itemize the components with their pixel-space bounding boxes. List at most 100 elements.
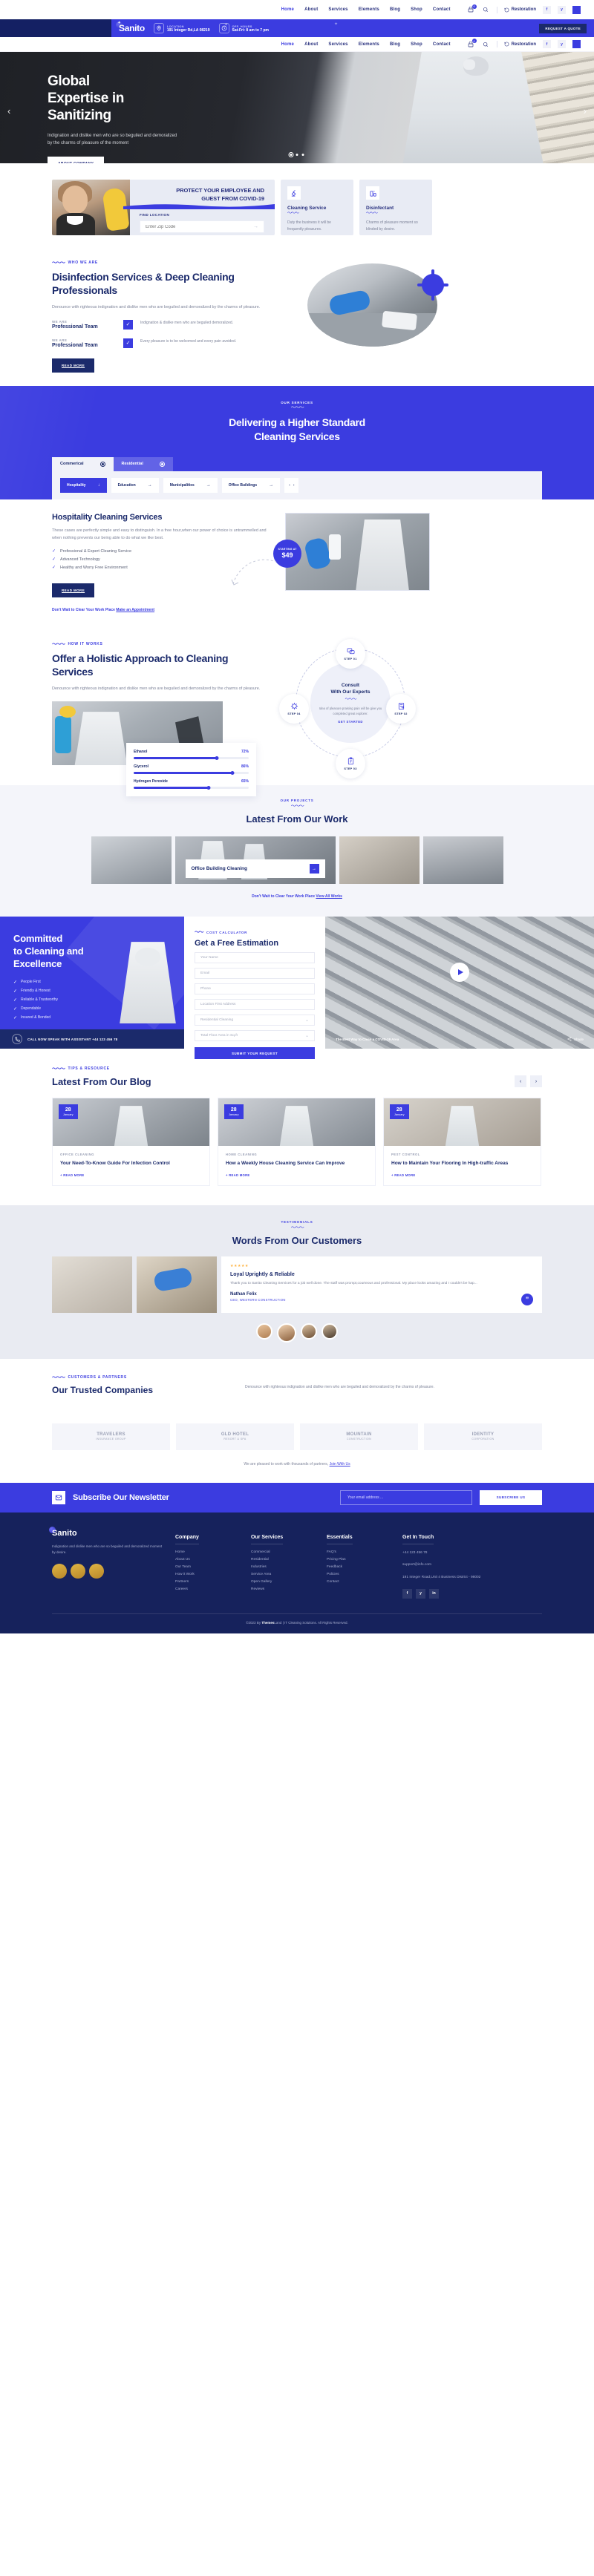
- facebook-icon-secondary[interactable]: f: [543, 40, 551, 48]
- category-prev-arrow[interactable]: ‹: [289, 483, 290, 488]
- facebook-icon[interactable]: f: [543, 5, 551, 14]
- hero-dot-3[interactable]: [301, 154, 304, 156]
- avatar-1[interactable]: [256, 1323, 272, 1340]
- submit-request-button[interactable]: SUBMIT YOUR REQUEST: [195, 1047, 315, 1060]
- process-step-04[interactable]: STEP 04: [279, 694, 309, 724]
- footer-link-services-6[interactable]: Reviews: [251, 1587, 315, 1591]
- tab-residential[interactable]: Residential: [113, 456, 173, 471]
- footer-link-essentials-1[interactable]: FAQ's: [327, 1550, 391, 1554]
- process-step-01[interactable]: STEP 01: [336, 639, 365, 669]
- video-share-button[interactable]: Shade: [567, 1037, 584, 1041]
- footer-link-services-5[interactable]: Open Gallery: [251, 1580, 315, 1584]
- project-featured[interactable]: Office Building Cleaning →: [174, 836, 336, 885]
- projects-note-link[interactable]: View All Works: [316, 894, 342, 899]
- hero-prev-arrow[interactable]: ‹: [7, 105, 10, 117]
- who-readmore-button[interactable]: READ MORE: [52, 358, 95, 373]
- topnav-item-shop[interactable]: Shop: [411, 7, 422, 12]
- footer-link-services-4[interactable]: Service Area: [251, 1573, 315, 1576]
- hero-dot-1[interactable]: [288, 152, 294, 157]
- hero-next-arrow[interactable]: ›: [584, 105, 587, 117]
- bar-knob-hydrogen[interactable]: [206, 786, 211, 790]
- avatar-3[interactable]: [301, 1323, 317, 1340]
- field-your-name[interactable]: Your Name: [195, 952, 315, 964]
- bar-knob-glycerol[interactable]: [230, 771, 235, 776]
- footer-link-essentials-4[interactable]: Policies: [327, 1573, 391, 1576]
- field-service-select[interactable]: Residential Cleaning ⌄: [195, 1015, 315, 1026]
- play-button-icon[interactable]: [450, 962, 469, 982]
- promo-card-disinfectant[interactable]: Disinfectant 〜〜〜 Charms of pleasure mome…: [359, 180, 432, 235]
- newsletter-subscribe-button[interactable]: SUBSCRIBE US: [480, 1489, 542, 1505]
- topnav-item-home[interactable]: Home: [281, 7, 294, 12]
- dribbble-icon-secondary[interactable]: [572, 40, 581, 48]
- footer-link-essentials-3[interactable]: Feedback: [327, 1565, 391, 1569]
- blog-readmore-3[interactable]: + READ MORE: [391, 1173, 533, 1177]
- promo-card-cleaning[interactable]: Cleaning Service 〜〜〜 Duty the business i…: [281, 180, 353, 235]
- search-icon-secondary[interactable]: [482, 40, 490, 48]
- mainnav-item-shop[interactable]: Shop: [411, 42, 422, 47]
- brand-logo[interactable]: ✦ Sanito: [116, 21, 145, 33]
- restoration-link-secondary[interactable]: Restoration: [504, 42, 536, 47]
- partners-note-link[interactable]: Join With Us: [330, 1462, 350, 1466]
- radio-icon-residential[interactable]: [159, 461, 165, 467]
- zip-input-wrapper[interactable]: →: [140, 220, 264, 233]
- avatar-4[interactable]: [322, 1323, 338, 1340]
- chevron-down-icon-2[interactable]: ⌄: [305, 1033, 309, 1038]
- footer-link-company-6[interactable]: Careers: [175, 1587, 239, 1591]
- footer-link-company-4[interactable]: How it Work: [175, 1573, 239, 1576]
- field-location[interactable]: Location First Address: [195, 999, 315, 1011]
- partner-logo-3[interactable]: MOUNTAIN CONSTRUCTION: [300, 1423, 418, 1450]
- blog-prev-arrow[interactable]: ‹: [515, 1075, 526, 1088]
- category-municipalities[interactable]: Municipalities →: [163, 477, 218, 493]
- zip-input[interactable]: [146, 224, 220, 229]
- tab-commerical[interactable]: Commerical: [52, 456, 114, 471]
- mainnav-item-about[interactable]: About: [304, 42, 318, 47]
- category-education[interactable]: Education →: [111, 477, 159, 493]
- cart-icon-secondary[interactable]: 0: [467, 39, 477, 48]
- project-thumb-1[interactable]: [91, 836, 172, 885]
- footer-phone[interactable]: +44 123 456 78: [402, 1550, 499, 1557]
- footer-facebook-icon[interactable]: f: [402, 1588, 412, 1599]
- mainnav-item-contact[interactable]: Contact: [433, 42, 451, 47]
- avatar-2[interactable]: [277, 1323, 296, 1343]
- mainnav-item-blog[interactable]: Blog: [390, 42, 400, 47]
- newsletter-email-input[interactable]: Your email address ...: [340, 1489, 472, 1505]
- mainnav-item-services[interactable]: Services: [328, 42, 347, 47]
- process-step-02[interactable]: STEP 02: [386, 694, 416, 724]
- mainnav-item-elements[interactable]: Elements: [359, 42, 379, 47]
- footer-link-essentials-2[interactable]: Pricing Plan: [327, 1558, 391, 1561]
- search-icon[interactable]: [482, 6, 490, 14]
- partner-logo-1[interactable]: TRAVELERS INSURANCE GROUP: [52, 1423, 170, 1450]
- project-thumb-2[interactable]: [339, 836, 420, 885]
- hospitality-readmore-button[interactable]: READ MORE: [52, 583, 95, 598]
- topnav-item-about[interactable]: About: [304, 7, 318, 12]
- blog-card-1[interactable]: 28 January OFFICE CLEANING Your Need-To-…: [52, 1098, 210, 1186]
- twitter-icon-secondary[interactable]: y: [558, 40, 566, 48]
- bar-knob-ethanol[interactable]: [215, 756, 219, 761]
- mainnav-item-home[interactable]: Home: [281, 42, 294, 47]
- twitter-icon[interactable]: y: [558, 5, 566, 14]
- partner-logo-4[interactable]: IDENTITY CORPORATION: [424, 1423, 542, 1450]
- topnav-item-blog[interactable]: Blog: [390, 7, 400, 12]
- blog-readmore-1[interactable]: + READ MORE: [60, 1173, 202, 1177]
- dribbble-icon[interactable]: [572, 5, 581, 14]
- project-thumb-3[interactable]: [422, 836, 503, 885]
- footer-link-services-1[interactable]: Commercial: [251, 1550, 315, 1554]
- footer-link-services-2[interactable]: Residential: [251, 1558, 315, 1561]
- footer-link-company-2[interactable]: About Us: [175, 1558, 239, 1561]
- category-hospitality[interactable]: Hospitality ↓: [60, 477, 107, 493]
- field-email[interactable]: Email: [195, 968, 315, 980]
- blog-next-arrow[interactable]: ›: [530, 1075, 542, 1088]
- footer-link-services-3[interactable]: Industries: [251, 1565, 315, 1569]
- hero-pagination-dots[interactable]: [288, 152, 304, 157]
- partner-logo-2[interactable]: GLD HOTEL RESORT & SPA: [176, 1423, 294, 1450]
- topnav-item-contact[interactable]: Contact: [433, 7, 451, 12]
- category-next-arrow[interactable]: ›: [293, 483, 295, 488]
- project-arrow-icon[interactable]: →: [309, 864, 319, 874]
- footer-link-company-3[interactable]: Our Team: [175, 1565, 239, 1569]
- request-quote-button[interactable]: REQUEST A QUOTE: [539, 23, 587, 33]
- footer-email[interactable]: support@info.com: [402, 1562, 499, 1569]
- process-step-03[interactable]: STEP 03: [336, 749, 365, 779]
- call-now-bar[interactable]: CALL NOW SPEAK WITH ASSISTANT +44 123 45…: [0, 1029, 184, 1049]
- footer-link-company-5[interactable]: Partners: [175, 1580, 239, 1584]
- hero-dot-2[interactable]: [296, 154, 298, 156]
